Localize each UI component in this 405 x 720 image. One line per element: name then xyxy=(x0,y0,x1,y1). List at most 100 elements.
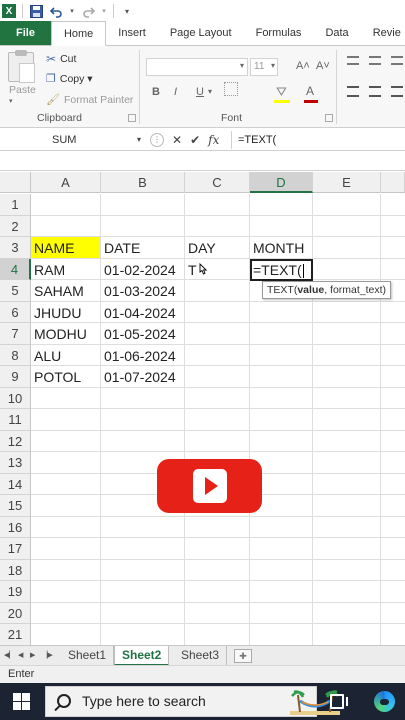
paste-dropdown-icon[interactable]: ▾ xyxy=(9,97,13,105)
row-header-20[interactable]: 20 xyxy=(0,603,31,624)
new-sheet-icon[interactable]: ✚ xyxy=(234,649,252,663)
edge-browser-icon[interactable] xyxy=(374,691,395,712)
row-header-3[interactable]: 3 xyxy=(0,237,31,259)
sheet-tab-sheet2[interactable]: Sheet2 xyxy=(114,646,170,666)
header-cell-month[interactable]: MONTH xyxy=(250,237,304,258)
redo-icon[interactable] xyxy=(81,4,95,18)
cell-date[interactable]: 01-04-2024 xyxy=(101,302,176,323)
paste-button[interactable]: Paste xyxy=(9,84,36,96)
format-painter-button[interactable]: 🖌 Format Painter xyxy=(46,93,133,107)
underline-button[interactable]: U xyxy=(196,86,204,98)
youtube-play-icon[interactable] xyxy=(157,459,262,513)
last-sheet-icon[interactable]: ▕▶ xyxy=(42,646,53,666)
sheet-tab-sheet3[interactable]: Sheet3 xyxy=(174,646,228,666)
name-box[interactable]: SUM xyxy=(0,131,148,149)
prev-sheet-icon[interactable]: ◀ xyxy=(18,646,23,666)
tab-insert[interactable]: Insert xyxy=(106,21,158,45)
header-cell-day[interactable]: DAY xyxy=(185,237,216,258)
font-name-select[interactable]: ▾ xyxy=(146,58,248,76)
select-all-corner[interactable] xyxy=(0,172,31,193)
tab-formulas[interactable]: Formulas xyxy=(244,21,314,45)
shrink-font-button[interactable]: A˅ xyxy=(316,60,330,72)
align-bottom-icon[interactable] xyxy=(391,56,403,65)
windows-start-icon[interactable] xyxy=(13,693,30,710)
row-header-16[interactable]: 16 xyxy=(0,517,31,538)
column-header-b[interactable]: B xyxy=(101,172,185,193)
cancel-icon[interactable]: ✕ xyxy=(172,133,182,147)
insert-function-icon[interactable]: fx xyxy=(208,133,219,147)
header-cell-date[interactable]: DATE xyxy=(101,237,140,258)
italic-button[interactable]: I xyxy=(174,86,177,98)
row-header-21[interactable]: 21 xyxy=(0,624,31,646)
undo-dropdown-icon[interactable]: ▾ xyxy=(69,4,75,18)
cell-name[interactable]: SAHAM xyxy=(31,280,84,301)
align-right-icon[interactable] xyxy=(391,86,403,97)
cell-date[interactable]: 01-03-2024 xyxy=(101,280,176,301)
cell-name[interactable]: MODHU xyxy=(31,323,87,344)
cell-date[interactable]: 01-07-2024 xyxy=(101,366,176,387)
cell-date[interactable]: 01-05-2024 xyxy=(101,323,176,344)
active-cell-d4[interactable]: =TEXT( xyxy=(250,259,313,281)
grow-font-button[interactable]: A˄ xyxy=(296,60,310,72)
borders-icon[interactable] xyxy=(224,82,238,96)
row-header-18[interactable]: 18 xyxy=(0,560,31,581)
tab-page-layout[interactable]: Page Layout xyxy=(158,21,244,45)
font-color-button[interactable]: A xyxy=(306,84,314,98)
formula-input[interactable]: =TEXT( xyxy=(238,131,276,149)
cell-date[interactable]: 01-02-2024 xyxy=(101,259,176,280)
column-header-e[interactable]: E xyxy=(313,172,381,193)
row-header-13[interactable]: 13 xyxy=(0,452,31,474)
tab-home[interactable]: Home xyxy=(50,21,107,46)
first-sheet-icon[interactable]: ◀▏ xyxy=(4,646,15,666)
row-header-4[interactable]: 4 xyxy=(0,259,31,280)
next-sheet-icon[interactable]: ▶ xyxy=(30,646,35,666)
align-middle-icon[interactable] xyxy=(369,56,381,65)
row-header-10[interactable]: 10 xyxy=(0,388,31,409)
row-header-12[interactable]: 12 xyxy=(0,431,31,452)
cell-name[interactable]: ALU xyxy=(31,345,61,366)
formula-bar-expanded-area[interactable] xyxy=(0,151,405,171)
align-left-icon[interactable] xyxy=(347,86,359,97)
row-header-1[interactable]: 1 xyxy=(0,194,31,216)
chevron-down-icon[interactable]: ▾ xyxy=(137,131,141,149)
task-view-icon[interactable] xyxy=(330,694,348,709)
sheet-tab-sheet1[interactable]: Sheet1 xyxy=(61,646,115,666)
enter-check-icon[interactable]: ✔ xyxy=(190,133,200,147)
row-header-2[interactable]: 2 xyxy=(0,216,31,237)
cell-name[interactable]: POTOL xyxy=(31,366,81,387)
column-header-d[interactable]: D xyxy=(250,172,313,193)
function-tooltip[interactable]: TEXT(value, format_text) xyxy=(262,281,392,299)
row-header-19[interactable]: 19 xyxy=(0,581,31,603)
cell-name[interactable]: JHUDU xyxy=(31,302,81,323)
copy-button[interactable]: ❐ Copy ▾ xyxy=(46,72,93,86)
row-header-9[interactable]: 9 xyxy=(0,366,31,388)
taskbar-search-box[interactable]: Type here to search xyxy=(45,686,340,717)
underline-dropdown-icon[interactable]: ▾ xyxy=(208,87,212,96)
header-cell-name[interactable]: NAME xyxy=(31,237,100,258)
redo-dropdown-icon[interactable]: ▾ xyxy=(101,4,107,18)
cell-day[interactable]: T xyxy=(185,259,197,280)
tab-review[interactable]: Revie xyxy=(361,21,401,45)
column-header-c[interactable]: C xyxy=(185,172,250,193)
align-center-icon[interactable] xyxy=(369,86,381,97)
fill-color-icon[interactable]: ⛛ xyxy=(276,84,287,100)
font-launcher-icon[interactable] xyxy=(325,114,333,122)
customize-qat-icon[interactable]: ▾ xyxy=(120,4,134,18)
paste-icon[interactable] xyxy=(8,50,35,83)
row-header-8[interactable]: 8 xyxy=(0,345,31,366)
font-size-select[interactable]: 11 ▾ xyxy=(250,58,278,76)
cell-date[interactable]: 01-06-2024 xyxy=(101,345,176,366)
save-icon[interactable] xyxy=(29,4,43,18)
tab-data[interactable]: Data xyxy=(313,21,360,45)
tab-file[interactable]: File xyxy=(0,21,51,45)
clipboard-launcher-icon[interactable] xyxy=(128,114,136,122)
align-top-icon[interactable] xyxy=(347,56,359,65)
row-header-17[interactable]: 17 xyxy=(0,538,31,560)
row-header-11[interactable]: 11 xyxy=(0,409,31,431)
more-options-icon[interactable]: ⋮ xyxy=(150,133,164,147)
row-header-7[interactable]: 7 xyxy=(0,323,31,345)
row-header-15[interactable]: 15 xyxy=(0,495,31,517)
row-header-14[interactable]: 14 xyxy=(0,474,31,495)
undo-icon[interactable] xyxy=(49,4,63,18)
column-header-a[interactable]: A xyxy=(31,172,101,193)
